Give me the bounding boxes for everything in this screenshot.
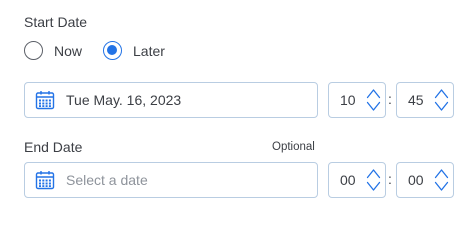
start-minute-value[interactable]: 45 [408,92,428,108]
radio-later-button[interactable] [103,41,123,60]
up-down-chevron-icon[interactable] [434,167,449,193]
end-hour-input[interactable]: 00 [328,162,386,198]
calendar-icon[interactable] [35,170,55,190]
start-date-value[interactable]: Tue May. 16, 2023 [66,92,181,108]
start-hour-input[interactable]: 10 [328,82,386,118]
time-separator: : [388,171,392,187]
radio-now-label[interactable]: Now [54,43,82,59]
up-down-chevron-icon[interactable] [366,87,381,113]
radio-later-label[interactable]: Later [133,43,165,59]
start-minute-input[interactable]: 45 [396,82,454,118]
start-date-label: Start Date [24,14,88,30]
end-date-label: End Date [24,139,83,155]
radio-now-button[interactable] [24,41,43,60]
end-minute-value[interactable]: 00 [408,172,428,188]
end-date-input[interactable]: Select a date [24,162,318,198]
radio-now-option[interactable]: Now [24,41,82,60]
end-minute-input[interactable]: 00 [396,162,454,198]
start-mode-radio-group: Now Later [24,41,165,60]
end-date-placeholder[interactable]: Select a date [66,172,148,188]
up-down-chevron-icon[interactable] [434,87,449,113]
up-down-chevron-icon[interactable] [366,167,381,193]
end-hour-value[interactable]: 00 [340,172,360,188]
optional-tag: Optional [272,141,315,153]
calendar-icon[interactable] [35,90,55,110]
time-separator: : [388,91,392,107]
start-hour-value[interactable]: 10 [340,92,360,108]
start-date-input[interactable]: Tue May. 16, 2023 [24,82,318,118]
radio-later-option[interactable]: Later [103,41,165,60]
